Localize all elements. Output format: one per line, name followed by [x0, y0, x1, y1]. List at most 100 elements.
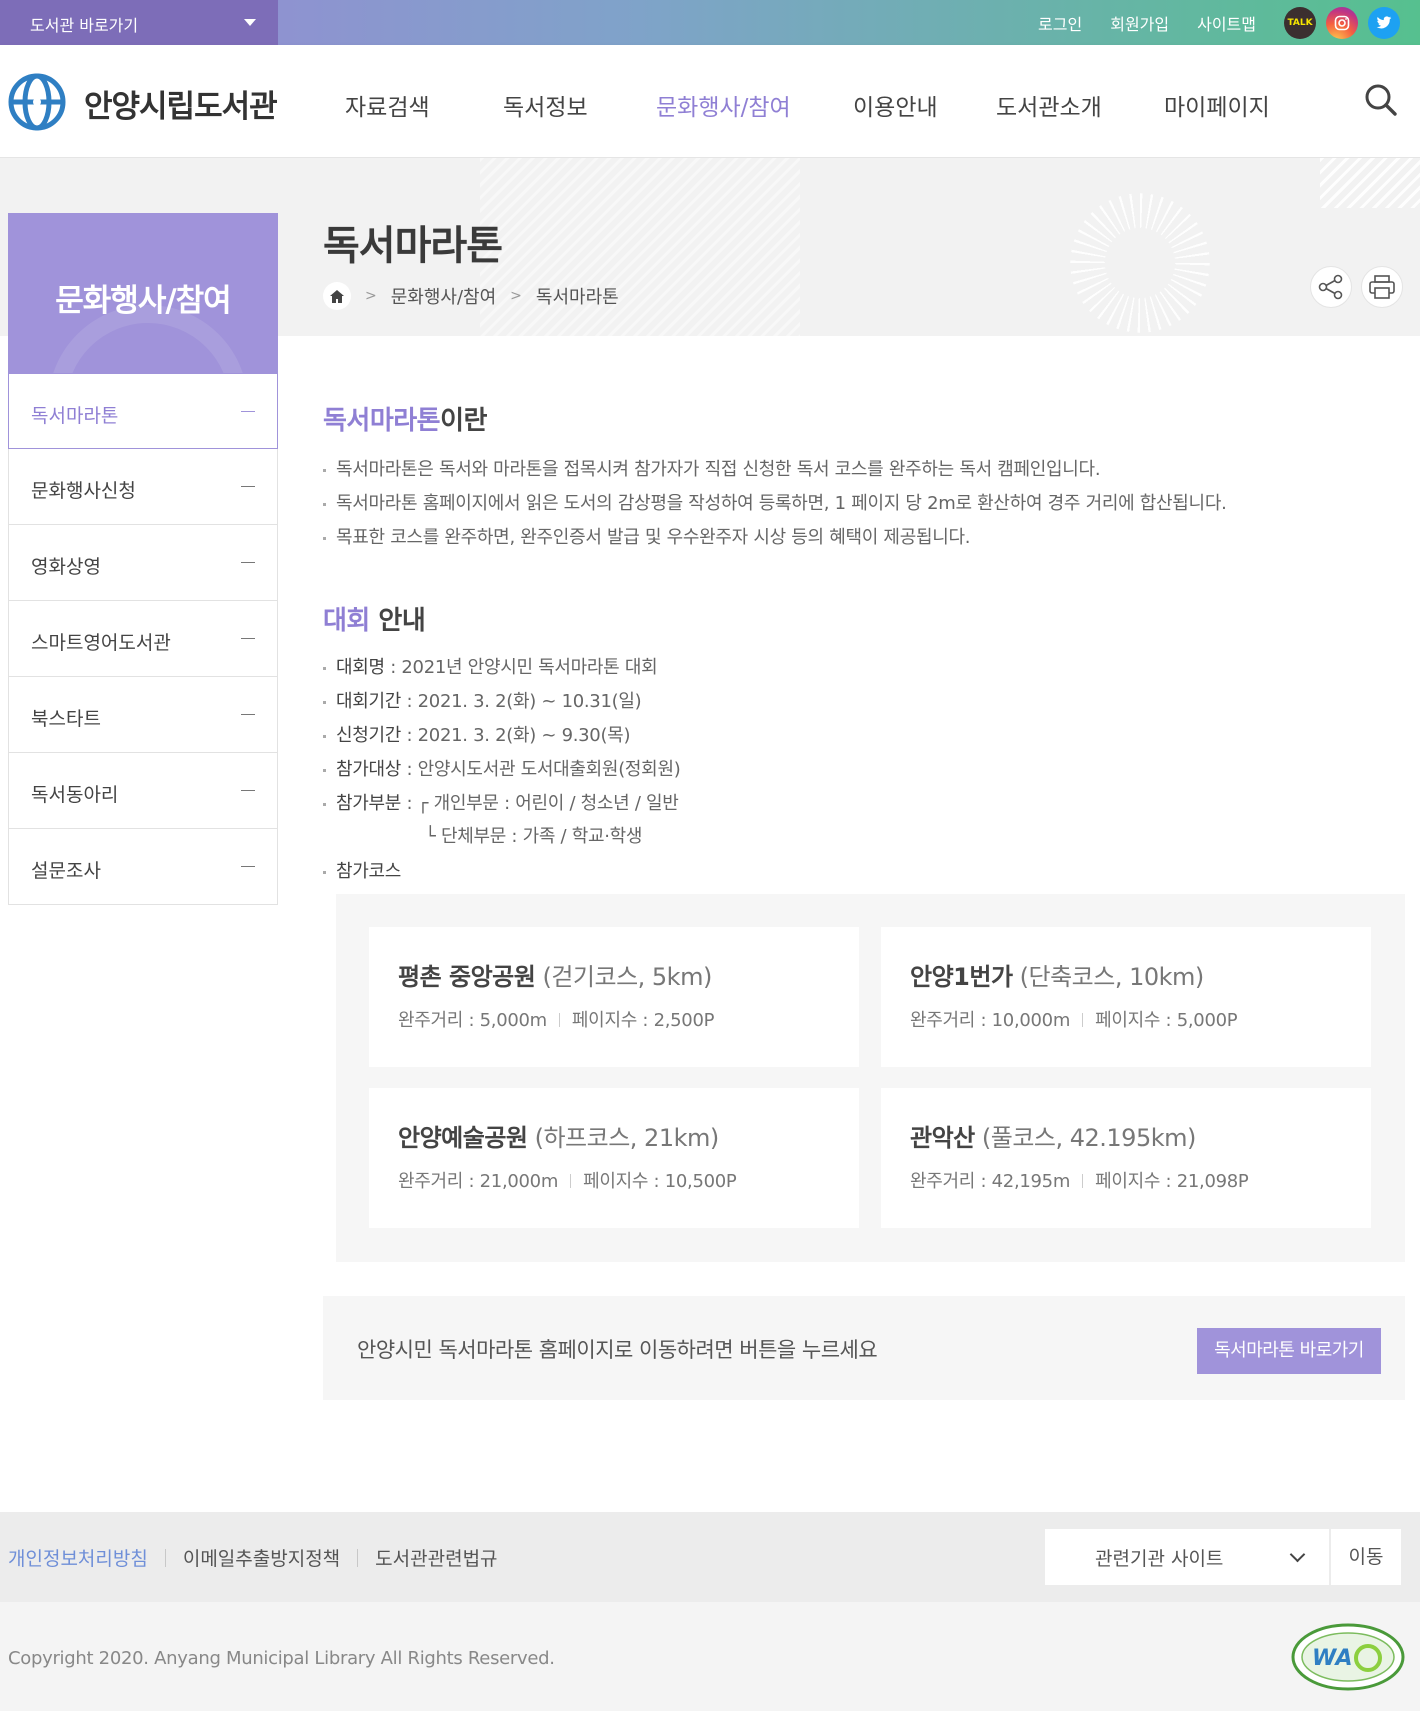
divider — [570, 1174, 572, 1188]
chevron-down-icon — [1289, 1546, 1306, 1563]
info-value: : 안양시도서관 도서대출회원(정회원) — [401, 759, 681, 780]
nav-item-search[interactable]: 자료검색 — [345, 88, 503, 122]
course-type: (걷기코스, 5km) — [535, 963, 712, 991]
sidebar-item-smart-english[interactable]: 스마트영어도서관 — [8, 601, 278, 677]
footer-links: 개인정보처리방침 이메일추출방지정책 도서관관련법규 — [8, 1544, 498, 1571]
course-title: 안양예술공원 (하프코스, 21km) — [398, 1118, 859, 1153]
course-distance: 완주거리 : 42,195m — [910, 1171, 1071, 1192]
chevron-right-icon: > — [365, 288, 377, 304]
sidebar-item-reading-marathon[interactable]: 독서마라톤 — [8, 373, 278, 449]
divider — [357, 1548, 359, 1567]
marathon-link-box: 안양시민 독서마라톤 홈페이지로 이동하려면 버튼을 누르세요 독서마라톤 바로… — [323, 1296, 1405, 1400]
nav-item-reading-info[interactable]: 독서정보 — [503, 88, 656, 122]
course-title: 안양1번가 (단축코스, 10km) — [910, 957, 1371, 992]
wa-mark-text: WA — [1312, 1646, 1353, 1671]
sidebar-item-label: 설문조사 — [31, 860, 101, 882]
privacy-policy-link[interactable]: 개인정보처리방침 — [8, 1544, 148, 1571]
sidebar-item-label: 독서동아리 — [31, 784, 119, 806]
print-button[interactable] — [1361, 266, 1403, 308]
course-name: 관악산 — [910, 1124, 975, 1152]
info-label: 대회명 — [336, 657, 385, 678]
nav-item-culture[interactable]: 문화행사/참여 — [656, 88, 853, 122]
decorative-stripes — [1320, 158, 1420, 208]
library-law-link[interactable]: 도서관관련법규 — [375, 1544, 497, 1571]
list-item: 독서마라톤은 독서와 마라톤을 접목시켜 참가자가 직접 신청한 독서 코스를 … — [323, 453, 1227, 487]
sidebar-item-bookstart[interactable]: 북스타트 — [8, 677, 278, 753]
info-label: 참가코스 — [336, 861, 402, 882]
move-button[interactable]: 이동 — [1331, 1529, 1401, 1585]
about-list: 독서마라톤은 독서와 마라톤을 접목시켜 참가자가 직접 신청한 독서 코스를 … — [323, 453, 1227, 555]
course-card: 관악산 (풀코스, 42.195km) 완주거리 : 42,195m 페이지수 :… — [881, 1088, 1371, 1228]
course-name: 안양예술공원 — [398, 1124, 528, 1152]
info-value: : 2021. 3. 2(화) ~ 9.30(목) — [401, 725, 631, 746]
sidebar-item-survey[interactable]: 설문조사 — [8, 829, 278, 905]
breadcrumb-item[interactable]: 독서마라톤 — [536, 283, 619, 309]
info-label: 참가부분 — [336, 793, 402, 814]
course-pages: 페이지수 : 10,500P — [583, 1171, 737, 1192]
web-accessibility-mark-icon: WA — [1291, 1623, 1405, 1691]
list-item: 신청기간 : 2021. 3. 2(화) ~ 9.30(목) — [323, 719, 680, 753]
divider — [1082, 1013, 1084, 1027]
info-value: : 2021년 안양시민 독서마라톤 대회 — [384, 657, 658, 678]
course-distance: 완주거리 : 10,000m — [910, 1010, 1071, 1031]
sidebar-item-label: 문화행사신청 — [31, 480, 136, 502]
minus-icon — [241, 714, 255, 715]
copyright-text: Copyright 2020. Anyang Municipal Library… — [8, 1648, 555, 1669]
nav-item-guide[interactable]: 이용안내 — [853, 88, 996, 122]
contest-info-list: 대회명 : 2021년 안양시민 독서마라톤 대회 대회기간 : 2021. 3… — [323, 651, 681, 889]
course-card: 안양예술공원 (하프코스, 21km) 완주거리 : 21,000m 페이지수 :… — [369, 1088, 859, 1228]
kakaotalk-icon[interactable]: TALK — [1284, 6, 1316, 39]
section-title-rest: 안내 — [369, 606, 426, 636]
course-distance: 완주거리 : 5,000m — [398, 1010, 547, 1031]
divider — [164, 1548, 166, 1567]
home-icon[interactable] — [323, 282, 351, 310]
login-link[interactable]: 로그인 — [1038, 11, 1082, 35]
minus-icon — [241, 562, 255, 563]
instagram-icon[interactable] — [1326, 6, 1358, 39]
twitter-icon[interactable] — [1368, 6, 1400, 39]
breadcrumb-item[interactable]: 문화행사/참여 — [391, 283, 496, 309]
footer-links-bar: 개인정보처리방침 이메일추출방지정책 도서관관련법규 관련기관 사이트 이동 — [0, 1512, 1420, 1602]
main-nav: 자료검색 독서정보 문화행사/참여 이용안내 도서관소개 마이페이지 — [345, 88, 1284, 122]
nav-item-about[interactable]: 도서관소개 — [996, 88, 1164, 122]
section-title-highlight: 대회 — [323, 606, 370, 636]
related-sites-select[interactable]: 관련기관 사이트 — [1045, 1529, 1329, 1585]
info-label: 대회기간 — [336, 691, 402, 712]
library-shortcut-select[interactable]: 도서관 바로가기 — [0, 0, 278, 45]
chevron-right-icon: > — [510, 288, 522, 304]
printer-icon — [1369, 275, 1395, 299]
course-name: 평촌 중앙공원 — [398, 963, 536, 991]
minus-icon — [241, 486, 255, 487]
caret-down-icon — [244, 19, 256, 26]
search-icon[interactable] — [1364, 83, 1398, 117]
sidebar-item-book-club[interactable]: 독서동아리 — [8, 753, 278, 829]
course-pages: 페이지수 : 21,098P — [1095, 1171, 1249, 1192]
divider — [1082, 1174, 1084, 1188]
info-value: : 2021. 3. 2(화) ~ 10.31(일) — [401, 691, 642, 712]
minus-icon — [241, 638, 255, 639]
minus-icon — [241, 866, 255, 867]
top-links: 로그인 회원가입 사이트맵 TALK — [1038, 0, 1420, 45]
footer-bottom: Copyright 2020. Anyang Municipal Library… — [0, 1602, 1420, 1711]
info-value: : ┌ 개인부문 : 어린이 / 청소년 / 일반 — [401, 793, 679, 814]
marathon-site-button[interactable]: 독서마라톤 바로가기 — [1197, 1328, 1381, 1374]
course-panel: 평촌 중앙공원 (걷기코스, 5km) 완주거리 : 5,000m 페이지수 : … — [336, 894, 1405, 1262]
share-button[interactable] — [1310, 266, 1352, 308]
nav-item-mypage[interactable]: 마이페이지 — [1164, 88, 1284, 122]
email-policy-link[interactable]: 이메일추출방지정책 — [183, 1544, 340, 1571]
library-logo-text[interactable]: 안양시립도서관 — [84, 81, 278, 126]
library-logo-icon[interactable] — [8, 73, 66, 131]
sidebar-item-movie[interactable]: 영화상영 — [8, 525, 278, 601]
list-item: 참가대상 : 안양시도서관 도서대출회원(정회원) — [323, 753, 681, 787]
course-pages: 페이지수 : 5,000P — [1095, 1010, 1238, 1031]
info-label: 참가대상 — [336, 759, 402, 780]
course-detail: 완주거리 : 42,195m 페이지수 : 21,098P — [910, 1167, 1371, 1193]
related-sites-label: 관련기관 사이트 — [1095, 1548, 1224, 1570]
decorative-burst — [1070, 193, 1210, 333]
sidebar-item-label: 독서마라톤 — [31, 405, 119, 427]
signup-link[interactable]: 회원가입 — [1110, 11, 1169, 35]
sitemap-link[interactable]: 사이트맵 — [1197, 11, 1256, 35]
sidebar-menu: 독서마라톤 문화행사신청 영화상영 스마트영어도서관 북스타트 독서동아리 설문… — [8, 373, 278, 905]
sidebar-item-culture-apply[interactable]: 문화행사신청 — [8, 449, 278, 525]
divider — [558, 1013, 560, 1027]
